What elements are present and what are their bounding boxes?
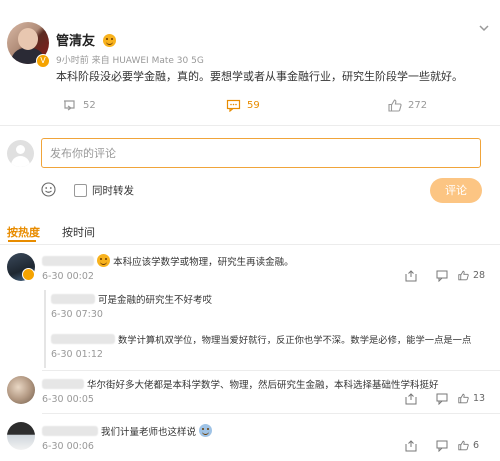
thumbs-up-icon: [458, 393, 469, 404]
comment-like-button[interactable]: 6: [458, 440, 479, 451]
comment-row: 本科应该学数学或物理，研究生再读金融。: [42, 254, 294, 268]
reply-thread-line: [44, 290, 46, 368]
post-meta: 9小时前 来自 HUAWEI Mate 30 5G: [56, 56, 204, 66]
active-tab-indicator: [8, 240, 36, 242]
share-icon[interactable]: [405, 270, 417, 282]
vip-emoji-icon: [102, 34, 116, 47]
comment-like-count: 6: [473, 440, 480, 451]
divider: [42, 370, 500, 371]
post-text: 本科阶段没必要学金融，真的。要想学或者从事金融行业，研究生阶段学一些就好。: [56, 70, 463, 83]
comment-icon: [226, 99, 241, 112]
blurred-username[interactable]: [42, 379, 84, 389]
current-user-avatar[interactable]: [7, 140, 34, 167]
author-row: 管清友: [56, 30, 116, 49]
like-count: 272: [408, 100, 428, 111]
reply-row: 数学计算机双学位，物理当爱好就行，反正你也学不深。数学是必修，能学一点是一点: [51, 332, 471, 346]
comment-time: 6-30 00:06: [42, 441, 94, 452]
share-icon[interactable]: [405, 440, 417, 452]
reply-time: 6-30 01:12: [51, 349, 103, 360]
blurred-username[interactable]: [51, 334, 115, 344]
thumbs-up-icon: [458, 440, 469, 451]
repost-button[interactable]: 52: [62, 99, 96, 112]
comment-time: 6-30 00:05: [42, 394, 94, 405]
comment-like-button[interactable]: 28: [458, 270, 485, 281]
reply-text: 可是金融的研究生不好考哎: [98, 295, 213, 306]
tab-hot[interactable]: 按热度: [7, 224, 40, 240]
reply-row: 可是金融的研究生不好考哎: [51, 292, 212, 306]
author-name[interactable]: 管清友: [56, 34, 95, 49]
comment-row: 华尔街好多大佬都是本科学数学、物理，然后研究生金融，本科选择基础性学科挺好: [42, 377, 439, 391]
reply-icon[interactable]: [436, 393, 448, 405]
comment-input[interactable]: 发布你的评论: [41, 138, 481, 168]
blurred-username[interactable]: [42, 426, 98, 436]
comment-like-count: 13: [473, 393, 486, 404]
reply-icon[interactable]: [436, 440, 448, 452]
repost-checkbox[interactable]: [74, 184, 87, 197]
commenter-avatar[interactable]: [7, 422, 35, 450]
reply-text: 数学计算机双学位，物理当爱好就行，反正你也学不深。数学是必修，能学一点是一点: [117, 335, 472, 346]
blurred-username[interactable]: [51, 294, 95, 304]
divider: [42, 413, 500, 414]
reply-icon[interactable]: [436, 270, 448, 282]
repost-count: 52: [83, 100, 96, 111]
commenter-avatar[interactable]: [7, 376, 35, 404]
verified-badge-icon: V: [36, 54, 50, 68]
comment-count: 59: [247, 100, 260, 111]
comment-button[interactable]: 59: [226, 99, 260, 112]
comment-text: 我们计量老师也这样说: [101, 427, 197, 438]
comment-row: 我们计量老师也这样说: [42, 424, 213, 438]
verified-badge-icon: [22, 268, 35, 281]
like-button[interactable]: 272: [388, 99, 427, 112]
repost-icon: [64, 100, 75, 111]
comment-time: 6-30 00:02: [42, 271, 94, 282]
comment-text: 华尔街好多大佬都是本科学数学、物理，然后研究生金融，本科选择基础性学科挺好: [87, 380, 439, 391]
emoji-icon[interactable]: [41, 182, 56, 197]
thumbs-up-icon: [388, 99, 402, 112]
comment-like-count: 28: [473, 270, 486, 281]
reply-time: 6-30 07:30: [51, 309, 103, 320]
thumbs-up-icon: [458, 270, 469, 281]
chevron-down-icon[interactable]: [478, 22, 490, 34]
comment-text: 本科应该学数学或物理，研究生再读金融。: [113, 257, 294, 268]
share-icon[interactable]: [405, 393, 417, 405]
divider: [0, 244, 500, 245]
blurred-username[interactable]: [42, 256, 94, 266]
comment-like-button[interactable]: 13: [458, 393, 485, 404]
tab-time[interactable]: 按时间: [62, 224, 95, 240]
shocked-emoji-icon: [199, 424, 213, 437]
vip-emoji-icon: [97, 254, 111, 267]
divider: [0, 125, 500, 126]
repost-checkbox-label: 同时转发: [92, 185, 134, 197]
submit-comment-button[interactable]: 评论: [430, 178, 482, 203]
